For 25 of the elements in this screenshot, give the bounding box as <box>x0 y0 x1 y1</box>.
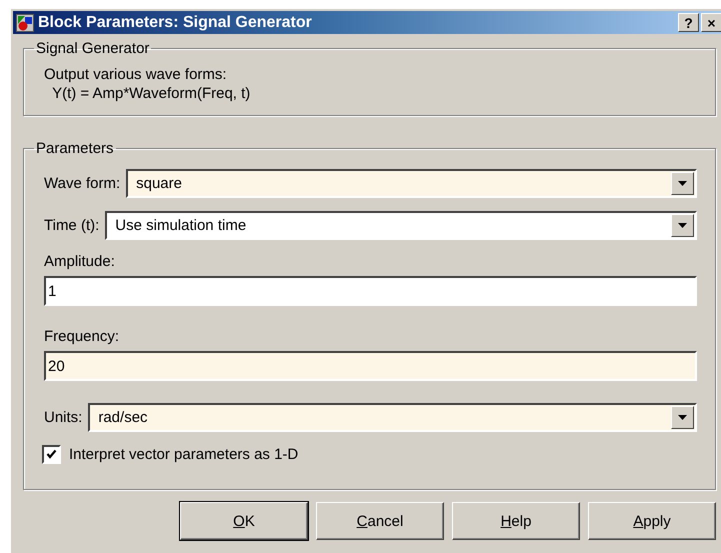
field-label: Time (t): <box>44 217 100 234</box>
input-field[interactable]: 20 <box>44 351 697 381</box>
group-title: Parameters <box>35 140 115 157</box>
dialog-button[interactable]: Cancel <box>316 502 444 540</box>
checkbox[interactable] <box>42 445 61 464</box>
dialog-button[interactable]: OK <box>180 502 308 540</box>
dropdown[interactable]: square <box>126 169 697 198</box>
description-text: Output various wave forms: <box>44 65 228 84</box>
dropdown[interactable]: Use simulation time <box>105 211 697 240</box>
field-label: Units: <box>44 409 82 426</box>
dialog-button[interactable]: Help <box>452 502 580 540</box>
dialog-button[interactable]: Apply <box>588 502 716 540</box>
field-label: Frequency: <box>44 328 120 345</box>
dropdown[interactable]: rad/sec <box>88 403 697 432</box>
close-button[interactable]: × <box>701 13 721 32</box>
field-label: Wave form: <box>44 175 120 192</box>
field-label: Amplitude: <box>44 253 116 270</box>
block-diagram-icon <box>16 14 34 32</box>
window-title: Block Parameters: Signal Generator <box>38 14 313 32</box>
checkmark-icon <box>46 449 57 460</box>
checkbox-label: Interpret vector parameters as 1-D <box>69 446 298 463</box>
group-title: Signal Generator <box>35 40 150 57</box>
help-button[interactable]: ? <box>678 13 699 32</box>
description-text: Y(t) = Amp*Waveform(Freq, t) <box>51 84 252 103</box>
input-field[interactable]: 1 <box>44 276 697 306</box>
